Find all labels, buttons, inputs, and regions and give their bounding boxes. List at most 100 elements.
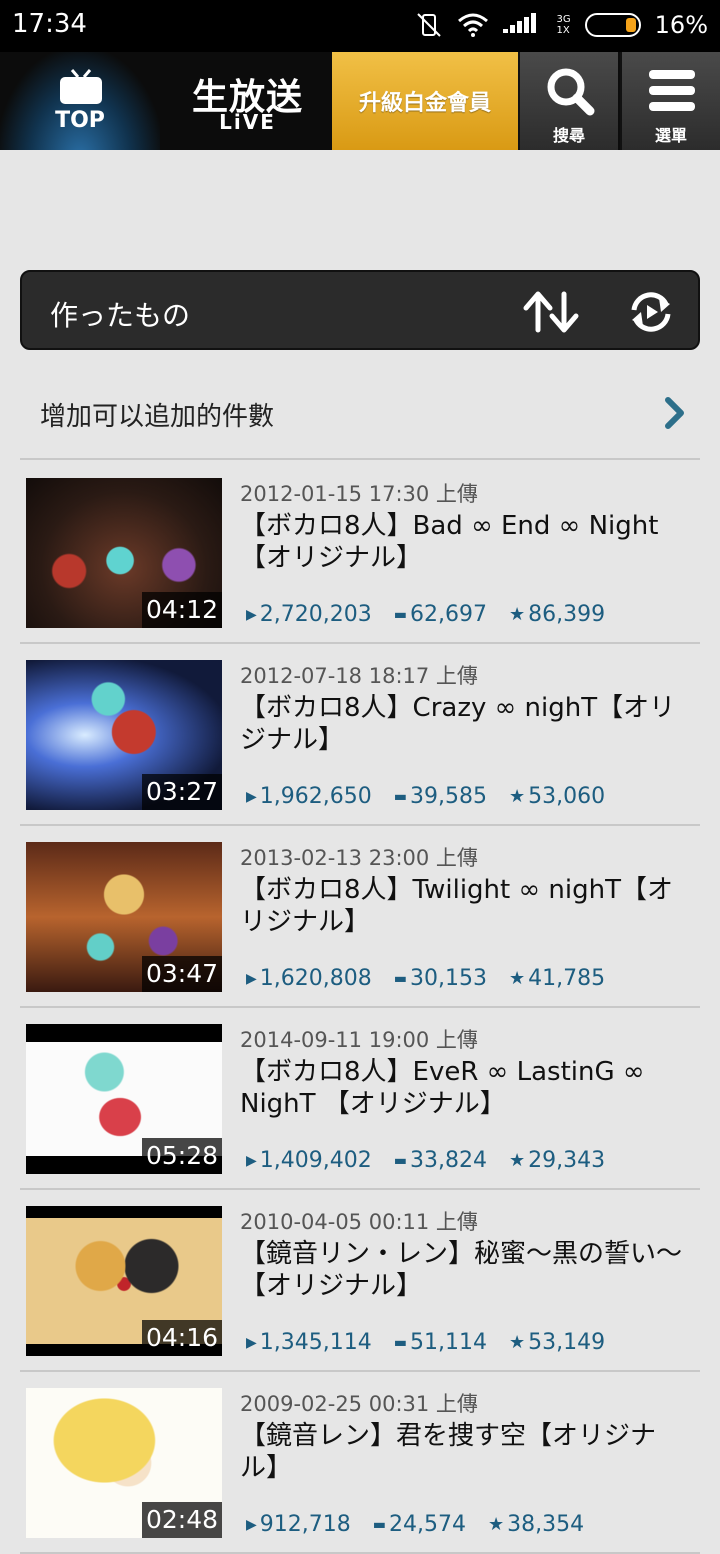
comment-icon: ▬ (393, 1334, 407, 1351)
vibrate-off-icon (416, 13, 441, 37)
video-stats: ▶ 2,720,203 ▬ 62,697 ★ 86,399 (246, 602, 605, 627)
chevron-right-icon (665, 397, 684, 429)
menu-button[interactable]: 選單 (620, 52, 720, 150)
sort-icon[interactable] (522, 290, 582, 334)
video-item[interactable]: 05:28 2014-09-11 19:00 上傳 【ボカロ8人】EveR ∞ … (20, 1008, 700, 1190)
section-header: 作ったもの (20, 270, 700, 350)
play-icon: ▶ (246, 788, 257, 805)
video-list: 04:12 2012-01-15 17:30 上傳 【ボカロ8人】Bad ∞ E… (20, 462, 700, 1554)
video-upload-date: 2014-09-11 19:00 上傳 (240, 1028, 478, 1052)
video-thumbnail: 04:12 (26, 478, 222, 628)
video-item[interactable]: 02:48 2009-02-25 00:31 上傳 【鏡音レン】君を捜す空【オリ… (20, 1372, 700, 1554)
mylist-count: 86,399 (528, 602, 606, 627)
view-count: 1,620,808 (259, 966, 372, 991)
comment-icon: ▬ (393, 970, 407, 987)
comment-count: 24,574 (389, 1512, 466, 1537)
video-duration: 02:48 (141, 1502, 222, 1538)
video-thumbnail: 02:48 (26, 1388, 222, 1538)
video-thumbnail: 03:27 (26, 660, 222, 810)
video-upload-date: 2010-04-05 00:11 上傳 (240, 1210, 478, 1234)
nav-top-button[interactable]: TOP (0, 52, 160, 150)
video-stats: ▶ 1,620,808 ▬ 30,153 ★ 41,785 (246, 966, 605, 991)
video-title: 【鏡音リン・レン】秘蜜〜黒の誓い〜【オリジナル】 (240, 1239, 683, 1301)
video-title: 【ボカロ8人】EveR ∞ LastinG ∞ NighT 【オリジナル】 (240, 1057, 645, 1119)
video-duration: 03:47 (141, 956, 222, 992)
search-button[interactable]: 搜尋 (518, 52, 618, 150)
video-upload-date: 2012-01-15 17:30 上傳 (240, 482, 478, 506)
play-icon: ▶ (246, 606, 257, 623)
comment-count: 33,824 (409, 1148, 487, 1173)
star-icon: ★ (508, 604, 526, 625)
video-item[interactable]: 03:27 2012-07-18 18:17 上傳 【ボカロ8人】Crazy ∞… (20, 644, 700, 826)
video-upload-date: 2009-02-25 00:31 上傳 (240, 1392, 478, 1416)
comment-icon: ▬ (393, 788, 407, 805)
play-icon: ▶ (246, 1152, 257, 1169)
mylist-count: 53,060 (528, 784, 606, 809)
section-title: 作ったもの (50, 299, 191, 332)
video-thumbnail: 03:47 (26, 842, 222, 992)
star-icon: ★ (487, 1514, 505, 1535)
video-upload-date: 2013-02-13 23:00 上傳 (240, 846, 478, 870)
video-stats: ▶ 912,718 ▬ 24,574 ★ 38,354 (246, 1512, 584, 1537)
comment-count: 30,153 (409, 966, 487, 991)
video-stats: ▶ 1,409,402 ▬ 33,824 ★ 29,343 (246, 1148, 605, 1173)
upgrade-label: 升級白金會員 (358, 91, 491, 116)
video-thumbnail: 05:28 (26, 1024, 222, 1174)
video-item[interactable]: 04:16 2010-04-05 00:11 上傳 【鏡音リン・レン】秘蜜〜黒の… (20, 1190, 700, 1372)
play-icon: ▶ (246, 970, 257, 987)
nav-top-label: TOP (55, 108, 105, 133)
menu-icon (649, 70, 695, 111)
mylist-count: 53,149 (528, 1330, 606, 1355)
menu-label: 選單 (654, 126, 687, 145)
view-count: 2,720,203 (259, 602, 372, 627)
view-count: 1,345,114 (259, 1330, 372, 1355)
nav-live-sublabel: LiVE (219, 110, 276, 134)
video-title: 【ボカロ8人】Bad ∞ End ∞ Night【オリジナル】 (240, 511, 659, 573)
comment-count: 62,697 (409, 602, 487, 627)
video-duration: 05:28 (141, 1138, 222, 1174)
comment-count: 51,114 (409, 1330, 487, 1355)
video-thumbnail: 04:16 (26, 1206, 222, 1356)
clock: 17:34 (12, 9, 87, 39)
video-upload-date: 2012-07-18 18:17 上傳 (240, 664, 478, 688)
view-count: 1,962,650 (259, 784, 372, 809)
signal-icon (502, 13, 536, 33)
network-type: 3G 1X (556, 14, 571, 36)
comment-icon: ▬ (372, 1516, 386, 1533)
star-icon: ★ (508, 968, 526, 989)
nav-bar: TOP 生放送 LiVE 升級白金會員 搜尋 選單 (0, 52, 720, 150)
video-duration: 03:27 (141, 774, 222, 810)
wifi-icon (457, 13, 488, 37)
video-item[interactable]: 03:47 2013-02-13 23:00 上傳 【ボカロ8人】Twiligh… (20, 826, 700, 1008)
star-icon: ★ (508, 1332, 526, 1353)
comment-icon: ▬ (393, 606, 407, 623)
video-duration: 04:12 (141, 592, 222, 628)
view-count: 912,718 (259, 1512, 351, 1537)
search-icon (547, 68, 595, 116)
status-icons: 3G 1X 16% (415, 9, 708, 41)
video-title: 【ボカロ8人】Twilight ∞ nighT【オリジナル】 (240, 875, 673, 937)
add-more-row[interactable]: 增加可以追加的件數 (20, 370, 700, 460)
star-icon: ★ (508, 1150, 526, 1171)
search-label: 搜尋 (552, 126, 585, 145)
mylist-count: 38,354 (507, 1512, 585, 1537)
comment-icon: ▬ (393, 1152, 407, 1169)
play-icon: ▶ (246, 1516, 257, 1533)
video-title: 【ボカロ8人】Crazy ∞ nighT【オリジナル】 (240, 693, 676, 755)
status-bar: 17:34 3G 1X 16% (0, 0, 720, 52)
mylist-count: 29,343 (528, 1148, 606, 1173)
upgrade-premium-button[interactable]: 升級白金會員 (332, 52, 518, 150)
view-count: 1,409,402 (259, 1148, 372, 1173)
video-stats: ▶ 1,962,650 ▬ 39,585 ★ 53,060 (246, 784, 605, 809)
tv-icon (60, 69, 102, 104)
video-item[interactable]: 04:12 2012-01-15 17:30 上傳 【ボカロ8人】Bad ∞ E… (20, 462, 700, 644)
mylist-count: 41,785 (528, 966, 606, 991)
battery-icon (584, 13, 641, 37)
refresh-icon[interactable] (626, 290, 676, 334)
battery-percent: 16% (654, 11, 708, 39)
nav-live-button[interactable]: 生放送 LiVE (165, 52, 330, 150)
video-stats: ▶ 1,345,114 ▬ 51,114 ★ 53,149 (246, 1330, 605, 1355)
video-title: 【鏡音レン】君を捜す空【オリジナル】 (240, 1421, 657, 1483)
play-icon: ▶ (246, 1334, 257, 1351)
video-duration: 04:16 (141, 1320, 222, 1356)
